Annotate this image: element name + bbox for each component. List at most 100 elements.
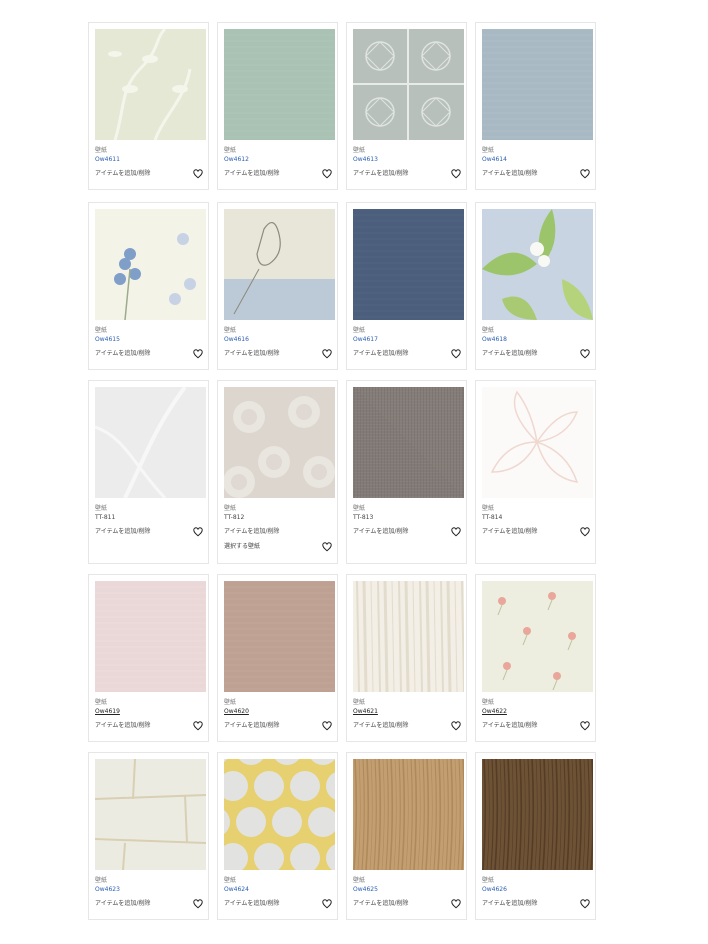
product-code-link[interactable]: Ow4615 xyxy=(95,336,120,343)
wallpaper-swatch[interactable] xyxy=(95,29,206,140)
wallpaper-card[interactable]: 壁紙 Ow4614 アイテムを追加/削除 xyxy=(475,22,596,190)
heart-icon[interactable] xyxy=(580,349,590,359)
wallpaper-swatch[interactable] xyxy=(482,759,593,870)
wallpaper-card[interactable]: 壁紙 Ow4623 アイテムを追加/削除 xyxy=(88,752,209,920)
product-code-link[interactable]: TT-813 xyxy=(353,514,373,521)
product-code-link[interactable]: Ow4614 xyxy=(482,156,507,163)
product-name: アイテムを追加/削除 xyxy=(224,350,280,357)
product-category: 壁紙 xyxy=(482,877,495,884)
product-name: アイテムを追加/削除 xyxy=(95,722,151,729)
wallpaper-swatch[interactable] xyxy=(353,581,464,692)
heart-icon[interactable] xyxy=(322,169,332,179)
product-code-link[interactable]: Ow4623 xyxy=(95,886,120,893)
heart-icon[interactable] xyxy=(580,527,590,537)
wallpaper-swatch[interactable] xyxy=(224,759,335,870)
wallpaper-card[interactable]: 壁紙 Ow4625 アイテムを追加/削除 xyxy=(346,752,467,920)
product-category: 壁紙 xyxy=(95,699,108,706)
heart-icon[interactable] xyxy=(580,721,590,731)
wallpaper-swatch[interactable] xyxy=(353,387,464,498)
heart-icon[interactable] xyxy=(193,527,203,537)
product-category: 壁紙 xyxy=(224,877,237,884)
heart-icon[interactable] xyxy=(322,349,332,359)
wallpaper-card[interactable]: 壁紙 Ow4626 アイテムを追加/削除 xyxy=(475,752,596,920)
product-name: アイテムを追加/削除 xyxy=(353,722,409,729)
wallpaper-swatch[interactable] xyxy=(353,209,464,320)
product-code-link[interactable]: Ow4616 xyxy=(224,336,249,343)
product-name: アイテムを追加/削除 xyxy=(482,722,538,729)
wallpaper-card[interactable]: 壁紙 Ow4612 アイテムを追加/削除 xyxy=(217,22,338,190)
wallpaper-swatch[interactable] xyxy=(224,581,335,692)
product-code-link[interactable]: Ow4620 xyxy=(224,708,249,715)
heart-icon[interactable] xyxy=(580,169,590,179)
heart-icon[interactable] xyxy=(451,169,461,179)
wallpaper-card[interactable]: 壁紙 Ow4618 アイテムを追加/削除 xyxy=(475,202,596,370)
wallpaper-card[interactable]: 壁紙 Ow4620 アイテムを追加/削除 xyxy=(217,574,338,742)
heart-icon[interactable] xyxy=(193,721,203,731)
wallpaper-card[interactable]: 壁紙 Ow4611 アイテムを追加/削除 xyxy=(88,22,209,190)
product-code-link[interactable]: Ow4624 xyxy=(224,886,249,893)
wallpaper-card[interactable]: 壁紙 TT-813 アイテムを追加/削除 xyxy=(346,380,467,564)
wallpaper-swatch[interactable] xyxy=(482,209,593,320)
product-code-link[interactable]: Ow4612 xyxy=(224,156,249,163)
heart-icon[interactable] xyxy=(322,721,332,731)
product-name: アイテムを追加/削除 xyxy=(224,170,280,177)
product-code-link[interactable]: Ow4622 xyxy=(482,708,507,715)
product-category: 壁紙 xyxy=(482,147,495,154)
wallpaper-card[interactable]: 壁紙 Ow4617 アイテムを追加/削除 xyxy=(346,202,467,370)
product-name: アイテムを追加/削除 xyxy=(224,900,280,907)
product-code-link[interactable]: Ow4626 xyxy=(482,886,507,893)
wallpaper-card[interactable]: 壁紙 Ow4619 アイテムを追加/削除 xyxy=(88,574,209,742)
wallpaper-card[interactable]: 壁紙 Ow4613 アイテムを追加/削除 xyxy=(346,22,467,190)
product-code-link[interactable]: Ow4618 xyxy=(482,336,507,343)
wallpaper-swatch[interactable] xyxy=(95,581,206,692)
heart-icon[interactable] xyxy=(451,721,461,731)
heart-icon[interactable] xyxy=(322,899,332,909)
heart-icon[interactable] xyxy=(322,542,332,552)
product-category: 壁紙 xyxy=(224,505,237,512)
product-code-link[interactable]: Ow4621 xyxy=(353,708,378,715)
wallpaper-swatch[interactable] xyxy=(224,387,335,498)
product-name: アイテムを追加/削除 xyxy=(95,900,151,907)
product-name: アイテムを追加/削除 xyxy=(95,170,151,177)
wallpaper-swatch[interactable] xyxy=(482,29,593,140)
product-code-link[interactable]: TT-811 xyxy=(95,514,115,521)
wallpaper-card[interactable]: 壁紙 TT-814 アイテムを追加/削除 xyxy=(475,380,596,564)
wallpaper-card[interactable]: 壁紙 Ow4622 アイテムを追加/削除 xyxy=(475,574,596,742)
wallpaper-swatch[interactable] xyxy=(482,581,593,692)
heart-icon[interactable] xyxy=(451,527,461,537)
heart-icon[interactable] xyxy=(580,899,590,909)
wallpaper-swatch[interactable] xyxy=(95,209,206,320)
product-code-link[interactable]: Ow4613 xyxy=(353,156,378,163)
product-code-link[interactable]: Ow4625 xyxy=(353,886,378,893)
wallpaper-swatch[interactable] xyxy=(224,29,335,140)
heart-icon[interactable] xyxy=(193,899,203,909)
wallpaper-card[interactable]: 壁紙 Ow4616 アイテムを追加/削除 xyxy=(217,202,338,370)
wallpaper-swatch[interactable] xyxy=(95,387,206,498)
product-name: アイテムを追加/削除 xyxy=(224,528,280,535)
product-code-link[interactable]: TT-812 xyxy=(224,514,244,521)
product-category: 壁紙 xyxy=(482,327,495,334)
wallpaper-swatch[interactable] xyxy=(353,29,464,140)
wallpaper-swatch[interactable] xyxy=(95,759,206,870)
product-code-link[interactable]: Ow4619 xyxy=(95,708,120,715)
heart-icon[interactable] xyxy=(193,169,203,179)
heart-icon[interactable] xyxy=(451,349,461,359)
wallpaper-card[interactable]: 壁紙 TT-811 アイテムを追加/削除 xyxy=(88,380,209,564)
product-name: アイテムを追加/削除 xyxy=(95,528,151,535)
product-name: アイテムを追加/削除 xyxy=(482,528,538,535)
product-code-link[interactable]: TT-814 xyxy=(482,514,502,521)
wallpaper-swatch[interactable] xyxy=(482,387,593,498)
heart-icon[interactable] xyxy=(451,899,461,909)
wallpaper-card[interactable]: 壁紙 Ow4615 アイテムを追加/削除 xyxy=(88,202,209,370)
product-code-link[interactable]: Ow4611 xyxy=(95,156,120,163)
wallpaper-card[interactable]: 壁紙 Ow4621 アイテムを追加/削除 xyxy=(346,574,467,742)
product-category: 壁紙 xyxy=(95,505,108,512)
wallpaper-swatch[interactable] xyxy=(224,209,335,320)
product-category: 壁紙 xyxy=(353,505,366,512)
product-category: 壁紙 xyxy=(224,327,237,334)
heart-icon[interactable] xyxy=(193,349,203,359)
product-code-link[interactable]: Ow4617 xyxy=(353,336,378,343)
wallpaper-card[interactable]: 壁紙 Ow4624 アイテムを追加/削除 xyxy=(217,752,338,920)
wallpaper-card[interactable]: 壁紙 TT-812 アイテムを追加/削除 選択する壁紙 xyxy=(217,380,338,564)
wallpaper-swatch[interactable] xyxy=(353,759,464,870)
